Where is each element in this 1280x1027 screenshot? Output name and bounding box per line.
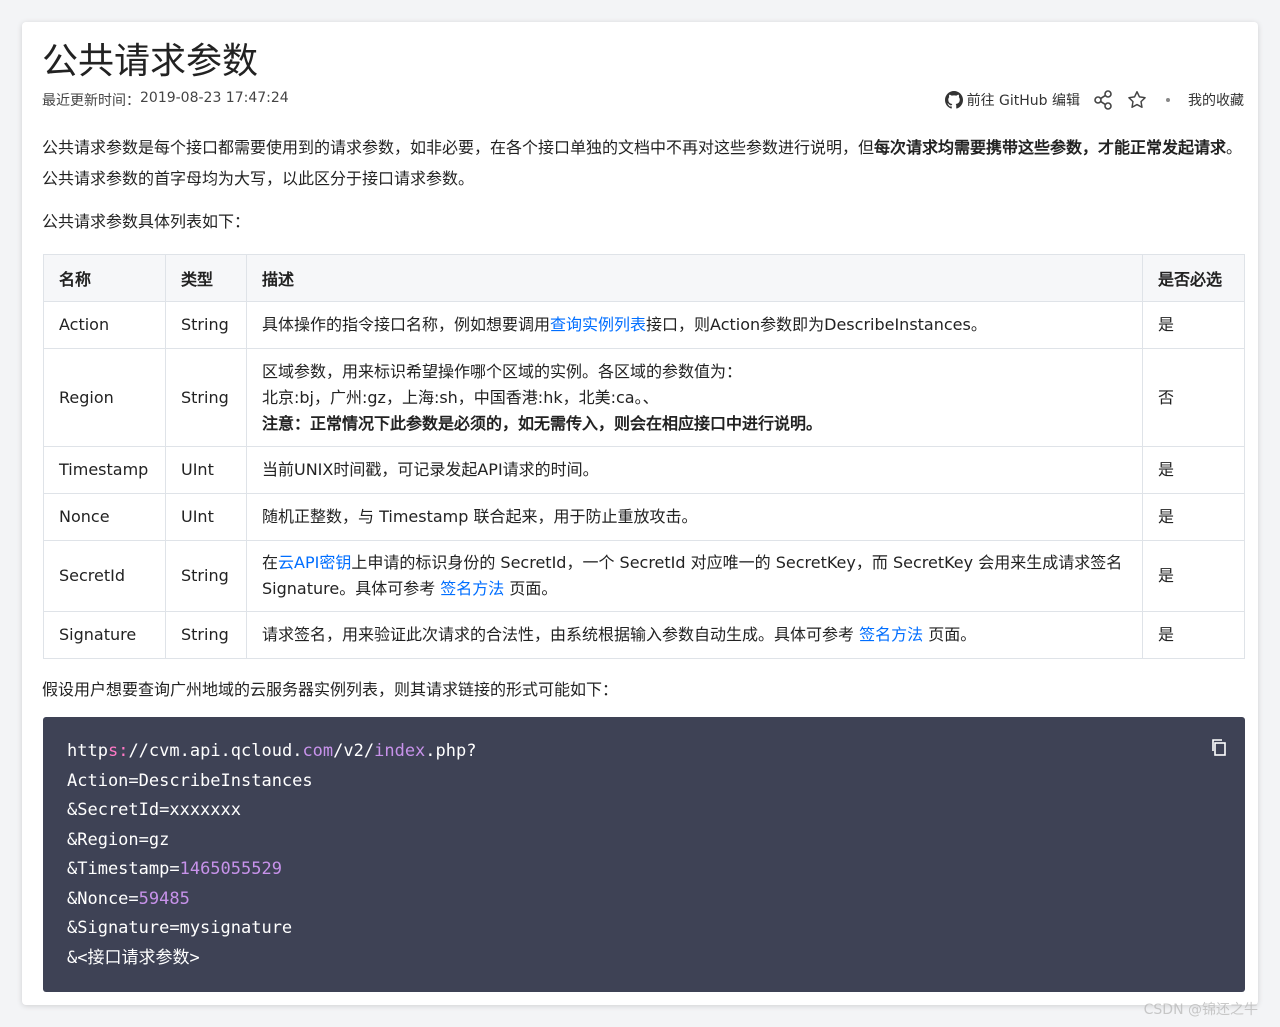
signature-method-link[interactable]: 签名方法 [859, 625, 923, 644]
param-name: Region [43, 348, 166, 447]
code-line: &Signature=mysignature [67, 918, 293, 938]
param-type: String [165, 301, 247, 349]
header-required: 是否必选 [1142, 254, 1245, 302]
table-header-row: 名称 类型 描述 是否必选 [43, 254, 1245, 302]
code-line: &<接口请求参数> [67, 947, 200, 968]
github-edit-link[interactable]: 前往 GitHub 编辑 [944, 90, 1080, 110]
separator-dot [1166, 98, 1170, 102]
doc-card: 公共请求参数 最近更新时间： 2019-08-23 17:47:24 前往 Gi… [22, 22, 1258, 1005]
param-desc: 请求签名，用来验证此次请求的合法性，由系统根据输入参数自动生成。具体可参考 签名… [246, 611, 1143, 659]
param-type: String [165, 348, 247, 447]
code-token: 59485 [138, 888, 190, 909]
desc-text: 具体操作的指令接口名称，例如想要调用 [262, 315, 551, 334]
api-key-link[interactable]: 云API密钥 [278, 553, 351, 572]
code-token: http [67, 741, 108, 761]
desc-line: 北京:bj，广州:gz，上海:sh，中国香港:hk，北美:ca。、 [262, 387, 659, 407]
copy-icon[interactable] [1209, 737, 1229, 757]
param-desc: 具体操作的指令接口名称，例如想要调用查询实例列表接口，则Action参数即为De… [246, 301, 1143, 349]
describe-instances-link[interactable]: 查询实例列表 [550, 315, 646, 334]
code-token: .php? [425, 741, 477, 761]
intro-text-bold: 每次请求均需要携带这些参数，才能正常发起请求 [874, 138, 1227, 157]
code-token: 1465055529 [179, 859, 282, 879]
code-token: &Timestamp= [67, 859, 180, 879]
param-desc: 在云API密钥上申请的标识身份的 SecretId，一个 SecretId 对应… [246, 540, 1143, 612]
code-block[interactable]: https://cvm.api.qcloud.com/v2/index.php?… [43, 717, 1245, 992]
header-type: 类型 [165, 254, 247, 302]
intro-text-a: 公共请求参数是每个接口都需要使用到的请求参数，如非必要，在各个接口单独的文档中不… [42, 138, 875, 157]
code-line: Action=DescribeInstances [67, 770, 313, 791]
param-type: String [165, 540, 247, 612]
desc-note: 注意：正常情况下此参数是必须的，如无需传入，则会在相应接口中进行说明。 [262, 413, 823, 433]
github-edit-label: 前往 GitHub 编辑 [966, 93, 1080, 109]
page-title: 公共请求参数 [42, 41, 259, 82]
params-table: 名称 类型 描述 是否必选 Action String 具体操作的指令接口名称，… [43, 254, 1245, 659]
param-required: 是 [1142, 540, 1245, 612]
param-desc: 区域参数，用来标识希望操作哪个区域的实例。各区域的参数值为： 北京:bj，广州:… [246, 348, 1143, 447]
table-row: Action String 具体操作的指令接口名称，例如想要调用查询实例列表接口… [43, 301, 1245, 349]
table-row: Timestamp UInt 当前UNIX时间戳，可记录发起API请求的时间。 … [43, 446, 1245, 494]
watermark: CSDN @锦还之牛 [1143, 1002, 1258, 1018]
param-name: Signature [43, 611, 166, 659]
header-name: 名称 [43, 254, 166, 302]
desc-text: 请求签名，用来验证此次请求的合法性，由系统根据输入参数自动生成。具体可参考 [262, 625, 860, 644]
desc-text: 上申请的标识身份的 SecretId，一个 SecretId 对应唯一的 Sec… [262, 553, 1123, 598]
table-row: SecretId String 在云API密钥上申请的标识身份的 SecretI… [43, 540, 1245, 612]
share-icon[interactable] [1092, 89, 1114, 111]
code-token: /v2/ [333, 741, 375, 761]
code-line: &SecretId=xxxxxxx [67, 800, 241, 820]
doc-actions: 前往 GitHub 编辑 我的收藏 [944, 89, 1244, 111]
update-info: 最近更新时间： 2019-08-23 17:47:24 [42, 90, 289, 110]
desc-text: 页面。 [504, 579, 558, 598]
param-type: String [165, 611, 247, 659]
updated-time: 2019-08-23 17:47:24 [140, 90, 289, 106]
param-desc: 当前UNIX时间戳，可记录发起API请求的时间。 [246, 446, 1143, 494]
code-token: s: [107, 741, 129, 761]
param-required: 是 [1142, 611, 1245, 659]
param-type: UInt [165, 493, 247, 541]
desc-text: 接口，则Action参数即为DescribeInstances。 [646, 315, 987, 334]
param-required: 是 [1142, 446, 1245, 494]
param-name: Action [43, 301, 166, 349]
code-content[interactable]: https://cvm.api.qcloud.com/v2/index.php?… [67, 737, 476, 973]
star-icon[interactable] [1126, 89, 1148, 111]
list-intro: 公共请求参数具体列表如下： [42, 212, 251, 231]
desc-line: 区域参数，用来标识希望操作哪个区域的实例。各区域的参数值为： [262, 361, 743, 381]
param-name: Nonce [43, 493, 166, 541]
table-row: Signature String 请求签名，用来验证此次请求的合法性，由系统根据… [43, 611, 1245, 659]
table-row: Region String 区域参数，用来标识希望操作哪个区域的实例。各区域的参… [43, 348, 1245, 447]
code-token: //cvm.api.qcloud. [128, 741, 303, 761]
favorites-link[interactable]: 我的收藏 [1188, 90, 1244, 110]
code-token: index [374, 741, 426, 761]
example-intro: 假设用户想要查询广州地域的云服务器实例列表，则其请求链接的形式可能如下： [42, 680, 619, 699]
param-desc: 随机正整数，与 Timestamp 联合起来，用于防止重放攻击。 [246, 493, 1143, 541]
param-required: 否 [1142, 348, 1245, 447]
code-line: &Region=gz [67, 829, 170, 850]
table-row: Nonce UInt 随机正整数，与 Timestamp 联合起来，用于防止重放… [43, 493, 1245, 541]
param-type: UInt [165, 446, 247, 494]
updated-label: 最近更新时间： [42, 93, 140, 109]
desc-text: 页面。 [923, 625, 977, 644]
code-token: com [302, 741, 334, 761]
code-token: &Nonce= [67, 888, 139, 909]
param-name: SecretId [43, 540, 166, 612]
param-required: 是 [1142, 301, 1245, 349]
desc-text: 在 [262, 553, 279, 572]
param-name: Timestamp [43, 446, 166, 494]
github-icon [944, 91, 963, 109]
header-desc: 描述 [246, 254, 1143, 302]
meta-row: 最近更新时间： 2019-08-23 17:47:24 前往 GitHub 编辑… [42, 90, 1244, 110]
signature-method-link[interactable]: 签名方法 [440, 579, 504, 598]
intro-paragraph: 公共请求参数是每个接口都需要使用到的请求参数，如非必要，在各个接口单独的文档中不… [42, 132, 1244, 194]
param-required: 是 [1142, 493, 1245, 541]
